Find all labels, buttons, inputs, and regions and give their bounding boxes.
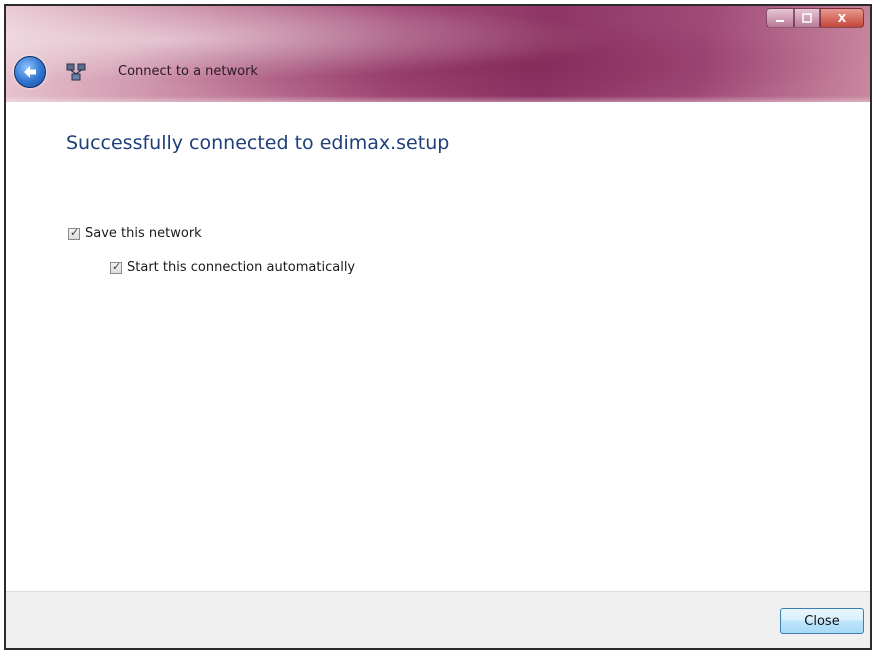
network-icon	[64, 61, 88, 83]
auto-connect-checkbox[interactable]: ✓	[110, 259, 122, 274]
maximize-icon[interactable]	[794, 8, 820, 28]
auto-connect-label[interactable]: Start this connection automatically	[127, 260, 355, 275]
minimize-icon[interactable]	[766, 8, 794, 28]
checkmark-icon: ✓	[112, 259, 122, 273]
close-glyph: X	[837, 11, 847, 25]
title-bar[interactable]: X Connect to a network	[6, 6, 870, 102]
save-network-label[interactable]: Save this network	[85, 226, 202, 241]
caption-buttons: X	[766, 8, 864, 28]
auto-connect-option[interactable]: ✓ Start this connection automatically	[110, 260, 355, 275]
success-heading: Successfully connected to edimax.setup	[66, 132, 450, 154]
window-title: Connect to a network	[118, 64, 258, 79]
connect-network-window: X Connect to a network Successfully conn…	[4, 4, 872, 650]
save-network-option[interactable]: ✓ Save this network	[68, 226, 202, 241]
checkmark-icon: ✓	[70, 225, 80, 239]
close-button[interactable]: Close	[780, 608, 864, 634]
close-icon[interactable]: X	[820, 8, 864, 28]
button-bar: Close	[6, 591, 870, 648]
back-arrow-icon[interactable]	[14, 56, 46, 88]
save-network-checkbox[interactable]: ✓	[68, 225, 80, 240]
content-area: Successfully connected to edimax.setup ✓…	[6, 102, 870, 596]
